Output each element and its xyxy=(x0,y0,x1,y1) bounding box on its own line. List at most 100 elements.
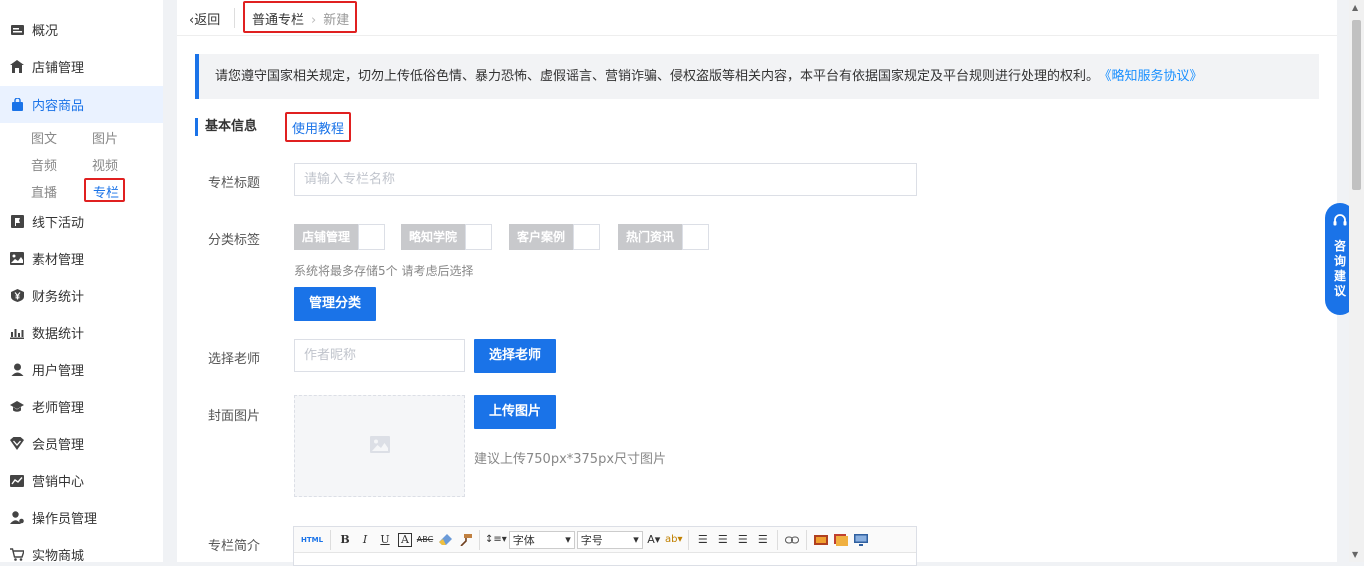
align-left-icon[interactable]: ☰ xyxy=(694,530,712,550)
highlight-color-icon[interactable]: ab▾ xyxy=(665,530,683,550)
tag-label: 略知学院 xyxy=(401,224,466,250)
sidebar-item-label: 用户管理 xyxy=(32,364,85,379)
font-color-icon[interactable]: A▾ xyxy=(645,530,663,550)
sidebar-item-label: 素材管理 xyxy=(32,253,85,268)
tag-item[interactable]: 略知学院 xyxy=(401,224,493,250)
sidebar-item-teachers[interactable]: 老师管理 xyxy=(0,388,163,425)
tag-label: 店铺管理 xyxy=(294,224,359,250)
tag-label: 热门资讯 xyxy=(618,224,683,250)
italic-icon[interactable]: I xyxy=(356,530,374,550)
insert-video-icon[interactable] xyxy=(852,530,870,550)
bag-icon xyxy=(10,98,24,112)
sidebar-item-overview[interactable]: 概况 xyxy=(0,11,163,48)
sidebar-sub-video[interactable]: 视频 xyxy=(92,155,118,174)
sidebar-item-label: 财务统计 xyxy=(32,290,85,305)
align-justify-icon[interactable]: ☰ xyxy=(754,530,772,550)
yen-icon xyxy=(10,289,24,303)
sidebar-item-shop[interactable]: 实物商城 xyxy=(0,536,163,562)
tag-input[interactable] xyxy=(358,224,386,250)
font-size-select[interactable]: 字号 ▾ xyxy=(576,530,643,549)
topbar: ‹返回 普通专栏 › 新建 xyxy=(177,0,1337,36)
chevron-down-icon: ▾ xyxy=(565,533,571,546)
tag-item[interactable]: 客户案例 xyxy=(509,224,601,250)
bold-icon[interactable]: B xyxy=(336,530,354,550)
sidebar-item-content[interactable]: 内容商品 xyxy=(0,86,163,123)
title-label: 专栏标题 xyxy=(208,176,261,191)
manage-category-button[interactable]: 管理分类 xyxy=(294,287,376,321)
font-size-value: 字号 xyxy=(580,533,603,547)
divider xyxy=(234,8,235,28)
back-button[interactable]: ‹返回 xyxy=(189,9,220,28)
sidebar-item-label: 内容商品 xyxy=(32,99,85,114)
category-label: 分类标签 xyxy=(208,233,261,248)
tag-item[interactable]: 店铺管理 xyxy=(294,224,386,250)
link-icon[interactable] xyxy=(783,530,801,550)
font-family-value: 字体 xyxy=(512,533,535,547)
cover-image-placeholder[interactable] xyxy=(294,395,465,497)
editor-toolbar: HTML B I U A ABC ↕≡▾ 字体 ▾ 字号 ▾ A▾ ab▾ ☰ ☰ … xyxy=(294,527,916,553)
sidebar-sub-live[interactable]: 直播 xyxy=(31,182,57,201)
scroll-up-icon[interactable]: ▲ xyxy=(1352,3,1358,12)
underline-icon[interactable]: U xyxy=(376,530,394,550)
strikethrough-icon[interactable]: ABC xyxy=(416,530,434,550)
image-placeholder-icon xyxy=(369,435,390,457)
tag-input[interactable] xyxy=(573,224,601,250)
insert-multi-image-icon[interactable] xyxy=(832,530,850,550)
sidebar-item-label: 老师管理 xyxy=(32,401,85,416)
sidebar-item-data-stats[interactable]: 数据统计 xyxy=(0,314,163,351)
sidebar-item-finance[interactable]: 财务统计 xyxy=(0,277,163,314)
teacher-label: 选择老师 xyxy=(208,352,261,367)
sidebar-sub-image[interactable]: 图片 xyxy=(92,128,118,147)
sidebar-item-offline-activity[interactable]: 线下活动 xyxy=(0,203,163,240)
tag-item[interactable]: 热门资讯 xyxy=(618,224,710,250)
sidebar-item-store[interactable]: 店铺管理 xyxy=(0,48,163,85)
tag-input[interactable] xyxy=(682,224,710,250)
html-source-button[interactable]: HTML xyxy=(299,530,325,550)
cover-hint: 建议上传750px*375px尺寸图片 xyxy=(474,452,667,467)
toolbar-separator xyxy=(330,529,331,550)
sidebar-item-label: 概况 xyxy=(32,24,59,39)
font-border-icon[interactable]: A xyxy=(396,530,414,550)
insert-image-icon[interactable] xyxy=(812,530,830,550)
sidebar-sub-graphic[interactable]: 图文 xyxy=(31,128,57,147)
sidebar-item-marketing[interactable]: 营销中心 xyxy=(0,462,163,499)
format-painter-icon[interactable] xyxy=(456,530,474,550)
sidebar-item-users[interactable]: 用户管理 xyxy=(0,351,163,388)
eraser-icon[interactable] xyxy=(436,530,454,550)
upload-image-button[interactable]: 上传图片 xyxy=(474,395,556,429)
scrollbar-thumb[interactable] xyxy=(1352,20,1361,190)
scroll-down-icon[interactable]: ▼ xyxy=(1352,550,1358,559)
user-icon xyxy=(10,363,24,377)
sidebar-item-label: 实物商城 xyxy=(32,549,85,562)
tag-input[interactable] xyxy=(465,224,493,250)
select-teacher-button[interactable]: 选择老师 xyxy=(474,339,556,373)
category-hint: 系统将最多存储5个 请考虑后选择 xyxy=(294,264,474,278)
align-center-icon[interactable]: ☰ xyxy=(714,530,732,550)
highlight-box xyxy=(243,1,357,33)
consult-label: 咨询建议 xyxy=(1333,239,1346,298)
sidebar-item-label: 店铺管理 xyxy=(32,61,85,76)
operator-icon xyxy=(10,511,24,525)
line-height-icon[interactable]: ↕≡▾ xyxy=(485,530,507,550)
trend-icon xyxy=(10,474,24,488)
toolbar-separator xyxy=(687,529,689,550)
font-family-select[interactable]: 字体 ▾ xyxy=(508,530,575,549)
intro-label: 专栏简介 xyxy=(208,539,261,554)
sidebar-item-label: 会员管理 xyxy=(32,438,85,453)
column-title-input[interactable] xyxy=(294,163,917,196)
cart-icon xyxy=(10,548,24,562)
teacher-input[interactable] xyxy=(294,339,465,372)
sidebar-item-label: 操作员管理 xyxy=(32,512,98,527)
sidebar-item-materials[interactable]: 素材管理 xyxy=(0,240,163,277)
sidebar-item-members[interactable]: 会员管理 xyxy=(0,425,163,462)
rich-text-editor[interactable]: HTML B I U A ABC ↕≡▾ 字体 ▾ 字号 ▾ A▾ ab▾ ☰ ☰ … xyxy=(293,526,917,566)
sidebar-item-operators[interactable]: 操作员管理 xyxy=(0,499,163,536)
sidebar: 概况 店铺管理 内容商品 图文 图片 音频 视频 直播 专栏 线下活动 素材管理… xyxy=(0,0,163,562)
chevron-down-icon: ▾ xyxy=(633,533,639,546)
sidebar-sub-audio[interactable]: 音频 xyxy=(31,155,57,174)
service-agreement-link[interactable]: 《略知服务协议》 xyxy=(1105,69,1203,84)
notice-banner: 请您遵守国家相关规定，切勿上传低俗色情、暴力恐怖、虚假谣言、营销诈骗、侵权盗版等… xyxy=(195,54,1319,99)
section-title: 基本信息 xyxy=(195,118,257,136)
align-right-icon[interactable]: ☰ xyxy=(734,530,752,550)
sidebar-item-label: 营销中心 xyxy=(32,475,85,490)
